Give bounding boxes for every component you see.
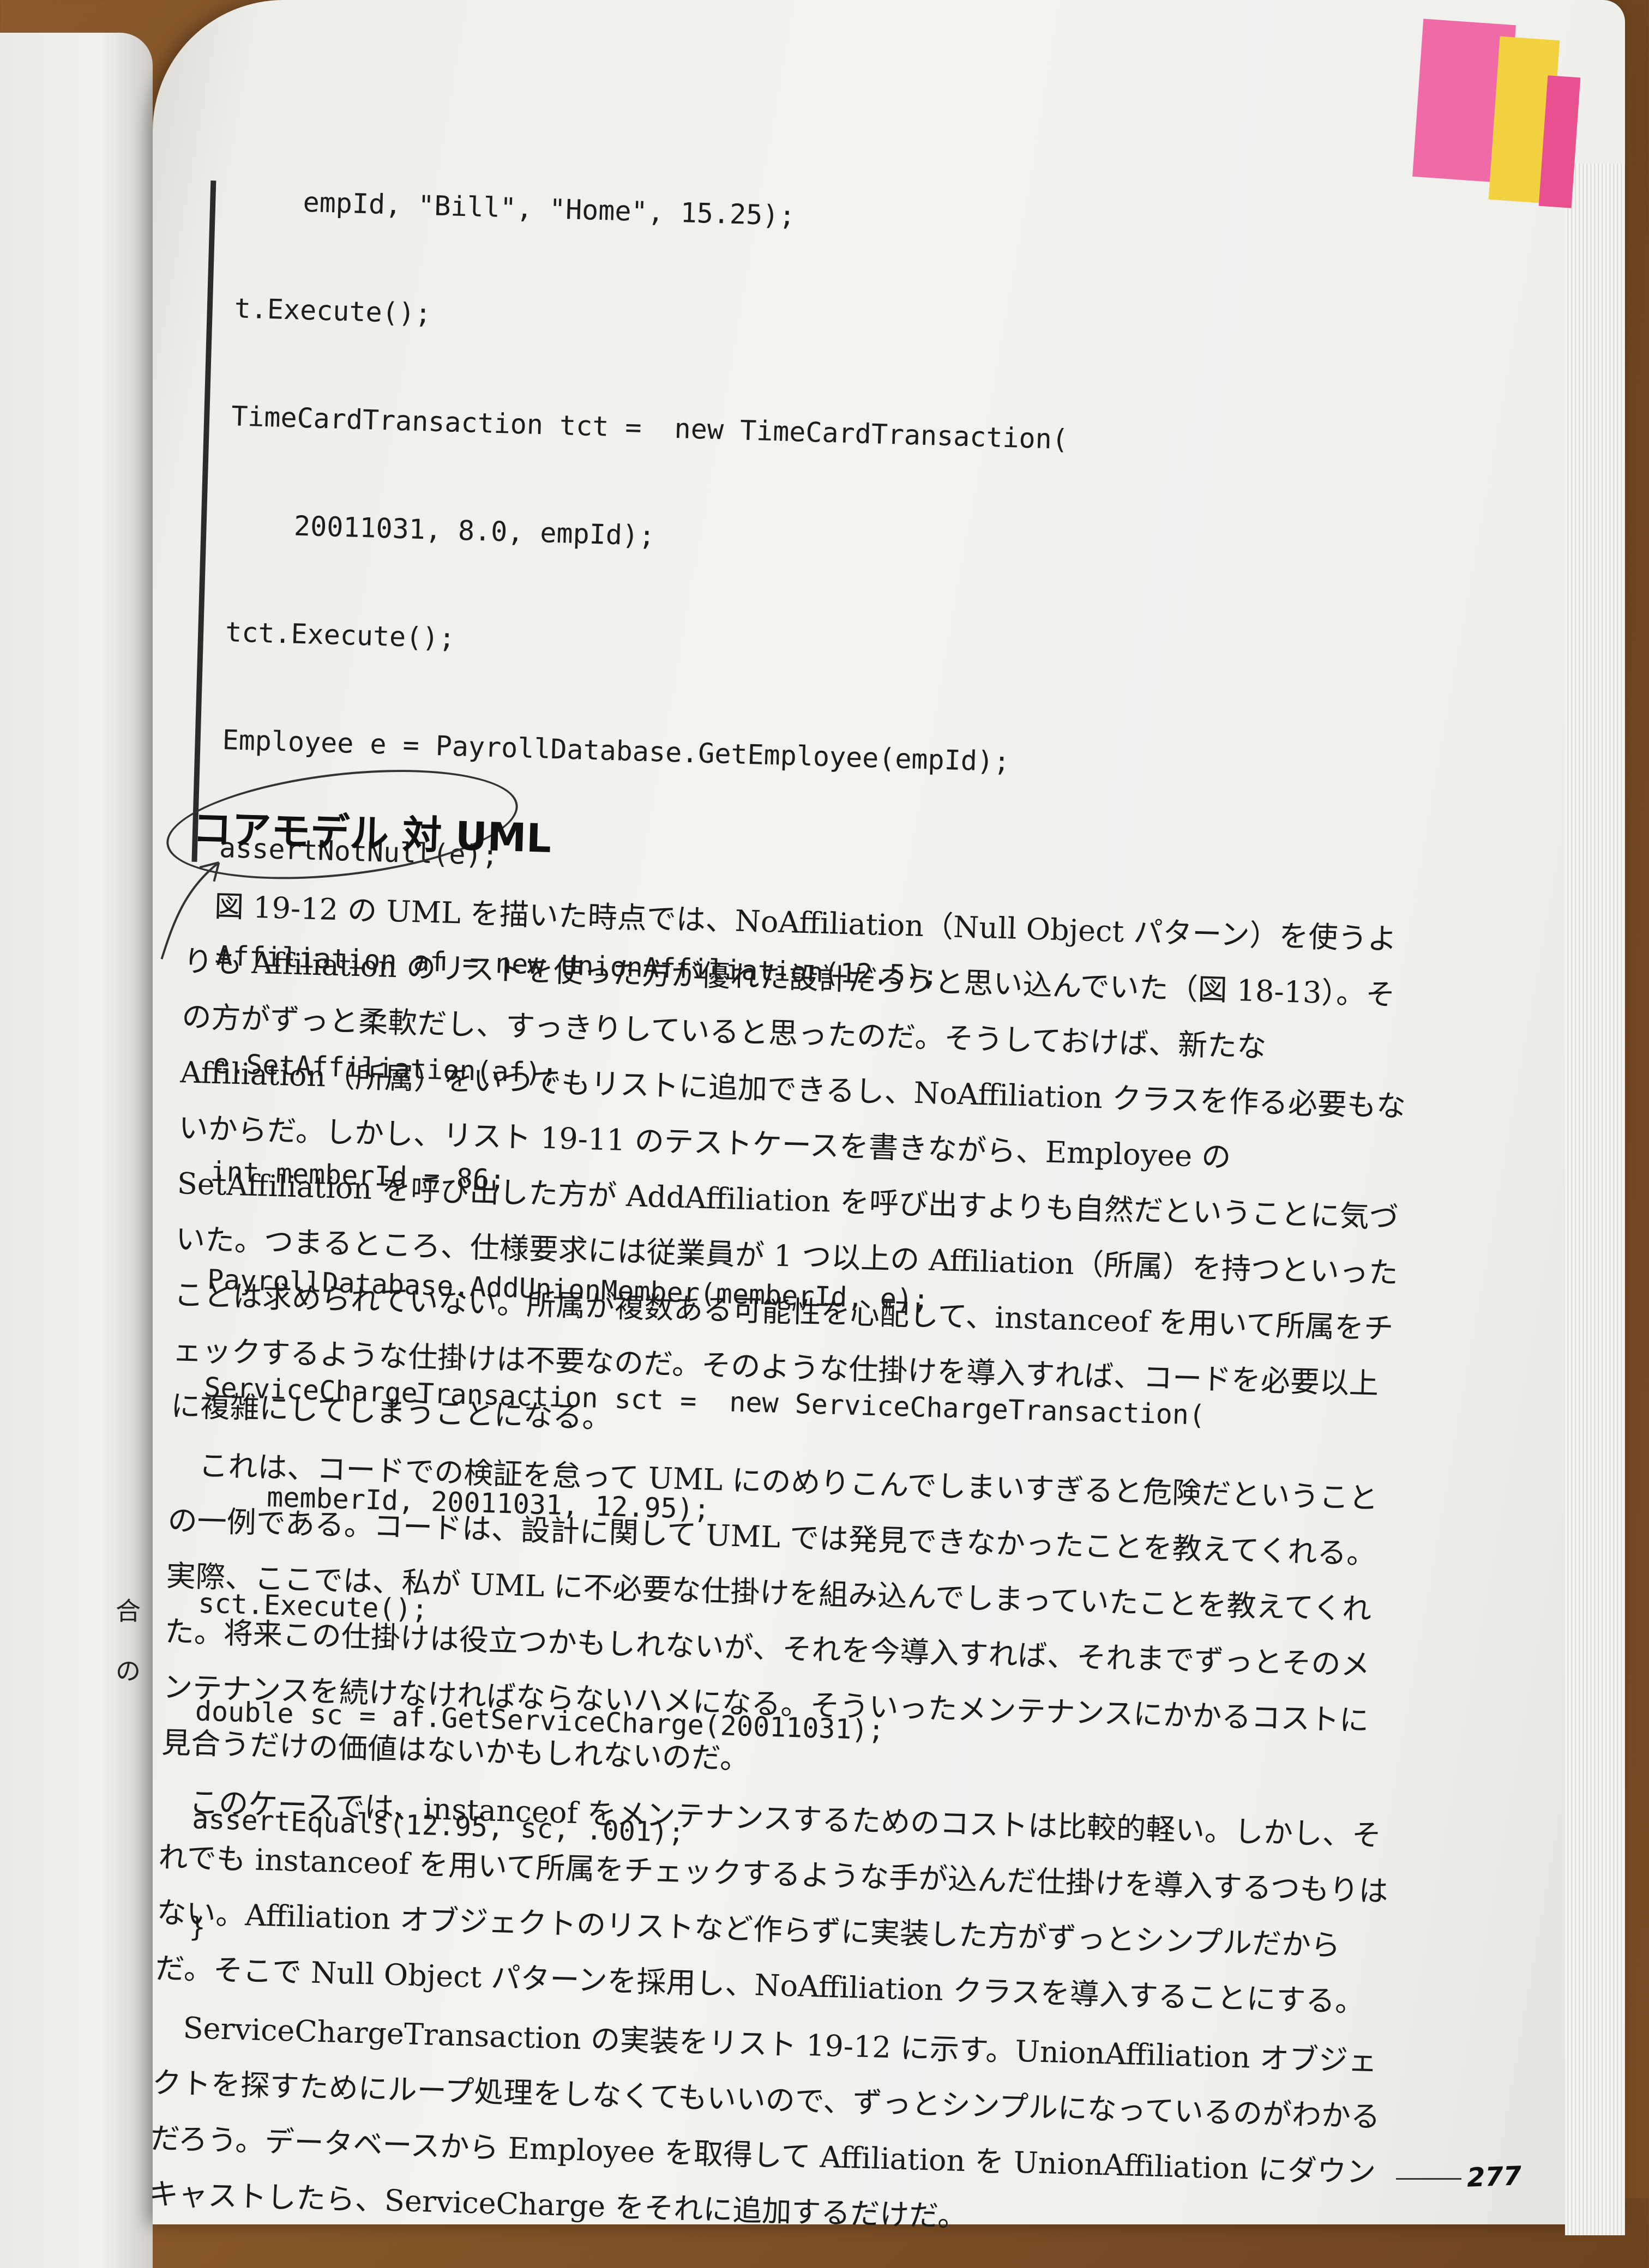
left-glyph: 合 bbox=[116, 1596, 141, 1626]
code-line: t.Execute(); bbox=[234, 292, 432, 330]
code-line: TimeCardTransaction tct = new TimeCardTr… bbox=[231, 400, 1069, 456]
section-heading: コアモデル 対 UML bbox=[191, 805, 552, 861]
paragraph: 図 19-12 の UML を描いた時点では、NoAffiliation（Nul… bbox=[170, 889, 1406, 1435]
page-stack-edge bbox=[1565, 164, 1625, 2235]
left-facing-page: 合 の bbox=[0, 33, 153, 2268]
paragraph: このケースでは、instanceof をメンテナンスするためのコストは比較的軽い… bbox=[154, 1785, 1389, 2019]
left-glyph: の bbox=[116, 1656, 141, 1686]
page-number: 277 bbox=[1466, 2161, 1522, 2193]
paragraph: これは、コードでの検証を怠って UML にのめりこんでしまいすぎると危険だという… bbox=[161, 1448, 1379, 1776]
page-number-rule bbox=[1396, 2178, 1461, 2180]
left-page-text: 合 の bbox=[116, 1581, 141, 1701]
paragraph: ServiceChargeTransaction の実装をリスト 19-12 に… bbox=[148, 2010, 1381, 2234]
body-text: 図 19-12 の UML を描いた時点では、NoAffiliation（Nul… bbox=[148, 878, 1418, 2259]
code-line: tct.Execute(); bbox=[225, 616, 456, 654]
code-line: 20011031, 8.0, empId); bbox=[227, 508, 655, 552]
code-line: empId, "Bill", "Home", 15.25); bbox=[237, 184, 796, 232]
